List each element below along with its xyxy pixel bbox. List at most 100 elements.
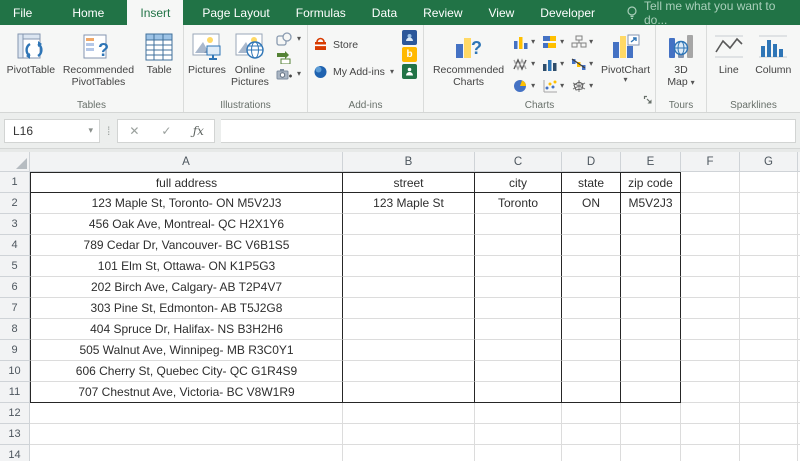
tab-developer[interactable]: Developer xyxy=(527,0,608,25)
cell-E10[interactable] xyxy=(621,361,681,382)
cell-B12[interactable] xyxy=(343,403,475,424)
cell-F3[interactable] xyxy=(681,214,740,235)
cell-A6[interactable]: 202 Birch Ave, Calgary- AB T2P4V7 xyxy=(30,277,343,298)
cell-A14[interactable] xyxy=(30,445,343,461)
cell-G8[interactable] xyxy=(740,319,798,340)
cell-F14[interactable] xyxy=(681,445,740,461)
cell-D1[interactable]: state xyxy=(562,172,621,193)
recommended-pivottables-button[interactable]: ? Recommended PivotTables xyxy=(60,28,138,90)
cell-G4[interactable] xyxy=(740,235,798,256)
insert-radar-chart-button[interactable]: ▾ xyxy=(569,76,598,96)
table-button[interactable]: Table xyxy=(137,28,181,78)
tell-me-box[interactable]: Tell me what you want to do... xyxy=(616,0,800,27)
cell-A8[interactable]: 404 Spruce Dr, Halifax- NS B3H2H6 xyxy=(30,319,343,340)
cell-E5[interactable] xyxy=(621,256,681,277)
cell-F5[interactable] xyxy=(681,256,740,277)
cell-B10[interactable] xyxy=(343,361,475,382)
screenshot-button[interactable]: ▾ xyxy=(273,67,304,81)
insert-line-chart-button[interactable]: ▾ xyxy=(511,54,540,74)
cell-E14[interactable] xyxy=(621,445,681,461)
select-all-corner[interactable] xyxy=(0,152,30,172)
cell-B3[interactable] xyxy=(343,214,475,235)
cell-E11[interactable] xyxy=(621,382,681,403)
row-header-10[interactable]: 10 xyxy=(0,361,30,382)
column-sparkline-button[interactable]: Column xyxy=(749,28,798,78)
row-header-14[interactable]: 14 xyxy=(0,445,30,461)
cell-F13[interactable] xyxy=(681,424,740,445)
tab-formulas[interactable]: Formulas xyxy=(283,0,359,25)
cell-A10[interactable]: 606 Cherry St, Quebec City- QC G1R4S9 xyxy=(30,361,343,382)
cell-G11[interactable] xyxy=(740,382,798,403)
cell-B14[interactable] xyxy=(343,445,475,461)
cell-F11[interactable] xyxy=(681,382,740,403)
cell-A11[interactable]: 707 Chestnut Ave, Victoria- BC V8W1R9 xyxy=(30,382,343,403)
cell-D6[interactable] xyxy=(562,277,621,298)
insert-3d-column-chart-button[interactable]: ▾ xyxy=(540,54,569,74)
row-header-12[interactable]: 12 xyxy=(0,403,30,424)
column-header-E[interactable]: E xyxy=(621,152,681,172)
insert-bar-chart-button[interactable]: ▾ xyxy=(540,32,569,52)
online-pictures-button[interactable]: Online Pictures xyxy=(228,28,272,90)
row-header-2[interactable]: 2 xyxy=(0,193,30,214)
cancel-button[interactable]: ✕ xyxy=(118,124,150,138)
row-header-3[interactable]: 3 xyxy=(0,214,30,235)
cell-E8[interactable] xyxy=(621,319,681,340)
store-button[interactable]: Store xyxy=(310,36,397,53)
cell-B6[interactable] xyxy=(343,277,475,298)
cell-G1[interactable] xyxy=(740,172,798,193)
3d-map-button[interactable]: 3D Map ▾ xyxy=(658,28,704,90)
row-header-11[interactable]: 11 xyxy=(0,382,30,403)
tab-view[interactable]: View xyxy=(476,0,528,25)
cell-E4[interactable] xyxy=(621,235,681,256)
cell-B9[interactable] xyxy=(343,340,475,361)
row-header-13[interactable]: 13 xyxy=(0,424,30,445)
cell-D3[interactable] xyxy=(562,214,621,235)
cell-C14[interactable] xyxy=(475,445,562,461)
cell-D4[interactable] xyxy=(562,235,621,256)
cell-G7[interactable] xyxy=(740,298,798,319)
smartart-button[interactable] xyxy=(273,49,304,65)
cell-G2[interactable] xyxy=(740,193,798,214)
insert-scatter-chart-button[interactable]: ▾ xyxy=(540,76,569,96)
cell-F9[interactable] xyxy=(681,340,740,361)
row-header-5[interactable]: 5 xyxy=(0,256,30,277)
cell-B4[interactable] xyxy=(343,235,475,256)
row-header-1[interactable]: 1 xyxy=(0,172,30,193)
row-header-9[interactable]: 9 xyxy=(0,340,30,361)
cell-C6[interactable] xyxy=(475,277,562,298)
cell-C1[interactable]: city xyxy=(475,172,562,193)
cell-C7[interactable] xyxy=(475,298,562,319)
cell-D5[interactable] xyxy=(562,256,621,277)
row-header-8[interactable]: 8 xyxy=(0,319,30,340)
cell-A5[interactable]: 101 Elm St, Ottawa- ON K1P5G3 xyxy=(30,256,343,277)
cell-D14[interactable] xyxy=(562,445,621,461)
cell-F2[interactable] xyxy=(681,193,740,214)
cell-C8[interactable] xyxy=(475,319,562,340)
cell-A4[interactable]: 789 Cedar Dr, Vancouver- BC V6B1S5 xyxy=(30,235,343,256)
cell-D9[interactable] xyxy=(562,340,621,361)
cell-G13[interactable] xyxy=(740,424,798,445)
formula-bar-resize-handle[interactable]: ⁞ xyxy=(100,124,117,138)
row-header-4[interactable]: 4 xyxy=(0,235,30,256)
cell-C3[interactable] xyxy=(475,214,562,235)
cell-A9[interactable]: 505 Walnut Ave, Winnipeg- MB R3C0Y1 xyxy=(30,340,343,361)
column-header-D[interactable]: D xyxy=(562,152,621,172)
cell-G6[interactable] xyxy=(740,277,798,298)
cell-G5[interactable] xyxy=(740,256,798,277)
cell-B13[interactable] xyxy=(343,424,475,445)
column-header-G[interactable]: G xyxy=(740,152,798,172)
row-header-6[interactable]: 6 xyxy=(0,277,30,298)
cell-F7[interactable] xyxy=(681,298,740,319)
tab-data[interactable]: Data xyxy=(359,0,410,25)
insert-function-button[interactable]: ƒx xyxy=(182,124,214,138)
cell-C13[interactable] xyxy=(475,424,562,445)
line-sparkline-button[interactable]: Line xyxy=(709,28,749,78)
tab-home[interactable]: Home xyxy=(59,0,117,25)
cell-E2[interactable]: M5V2J3 xyxy=(621,193,681,214)
cell-F12[interactable] xyxy=(681,403,740,424)
cell-F8[interactable] xyxy=(681,319,740,340)
cell-F6[interactable] xyxy=(681,277,740,298)
cell-D11[interactable] xyxy=(562,382,621,403)
cell-A3[interactable]: 456 Oak Ave, Montreal- QC H2X1Y6 xyxy=(30,214,343,235)
cell-B11[interactable] xyxy=(343,382,475,403)
